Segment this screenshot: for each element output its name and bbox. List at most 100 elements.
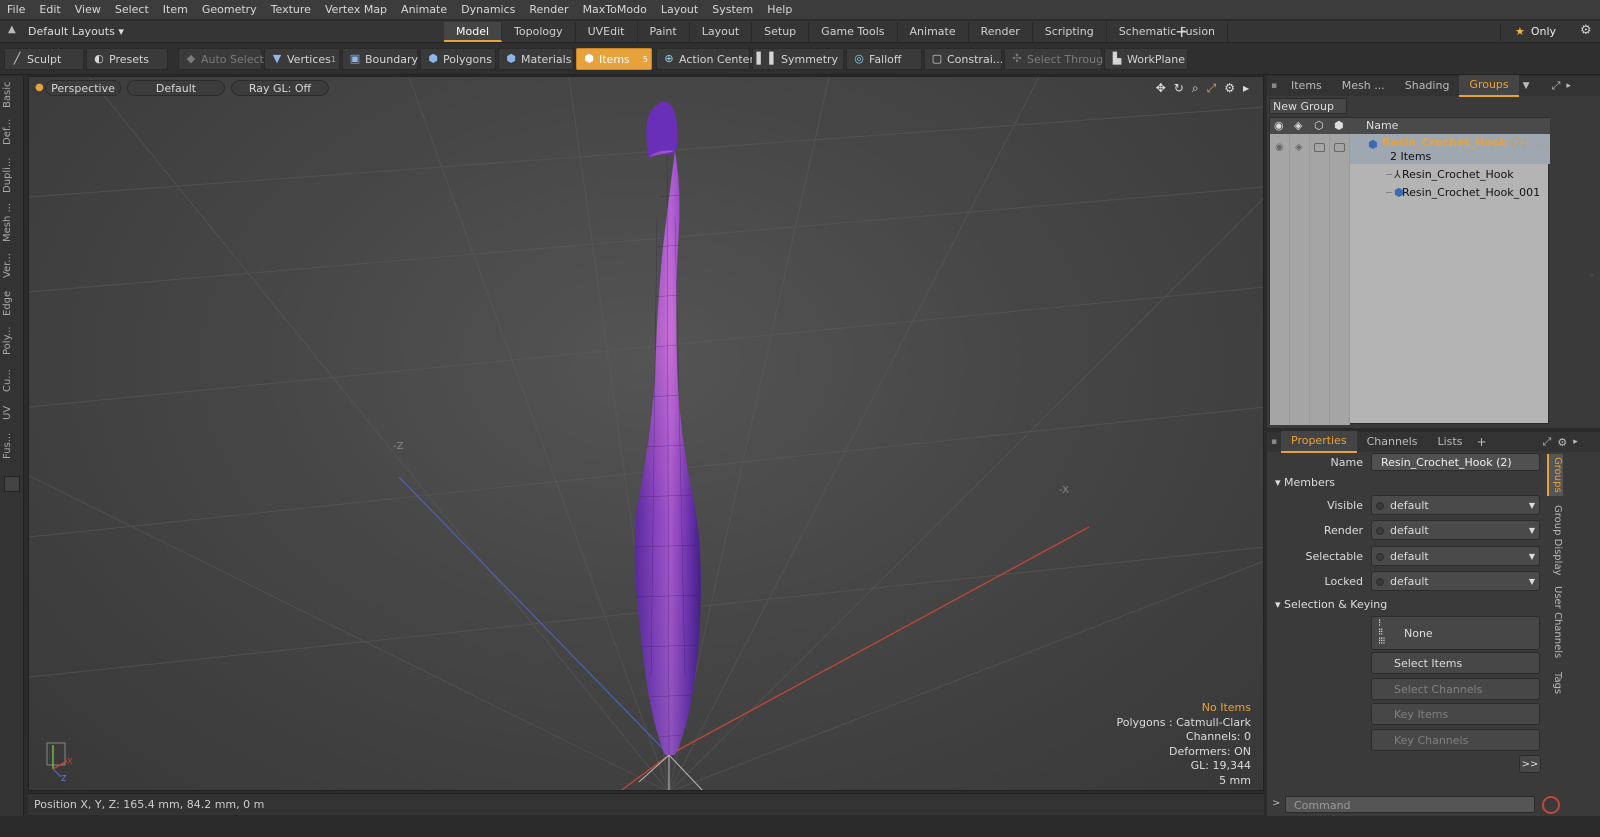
tab-game-tools[interactable]: Game Tools bbox=[809, 22, 898, 42]
expand-icon[interactable]: ⤢ bbox=[1487, 435, 1552, 449]
render-icon[interactable]: ◈ bbox=[1294, 118, 1302, 134]
render-dropdown[interactable]: default ▼ bbox=[1371, 520, 1540, 540]
tab-groups[interactable]: Groups bbox=[1459, 75, 1519, 97]
lock-icon[interactable]: ⬡ bbox=[1314, 118, 1324, 134]
vertices-button[interactable]: ▼ Vertices 1 bbox=[264, 48, 340, 70]
tabs-dropdown-icon[interactable]: ▼ bbox=[1519, 81, 1530, 91]
boundary-button[interactable]: ▣ Boundary bbox=[342, 48, 418, 70]
group-name-field[interactable]: Resin_Crochet_Hook (2) bbox=[1371, 453, 1540, 471]
view-mode-dropdown[interactable]: Perspective bbox=[45, 80, 121, 96]
side-tab-user-channels[interactable]: User Channels bbox=[1547, 584, 1563, 660]
menu-maxtomodo[interactable]: MaxToModo bbox=[576, 0, 654, 20]
panel-grip-icon[interactable]: ▪ bbox=[1267, 81, 1281, 91]
zoom-icon[interactable]: ⌕ bbox=[1192, 81, 1199, 96]
add-tab-icon[interactable]: + bbox=[1472, 435, 1486, 449]
menu-animate[interactable]: Animate bbox=[394, 0, 454, 20]
left-tab-edge[interactable]: Edge bbox=[2, 288, 20, 318]
menu-texture[interactable]: Texture bbox=[264, 0, 318, 20]
left-tab-mesh[interactable]: Mesh ... bbox=[2, 200, 20, 244]
tab-model[interactable]: Model bbox=[444, 22, 503, 42]
menu-help[interactable]: Help bbox=[760, 0, 799, 20]
expand-icon[interactable]: ⤢ bbox=[1530, 79, 1561, 93]
tab-setup[interactable]: Setup bbox=[752, 22, 810, 42]
tab-items[interactable]: Items bbox=[1281, 76, 1332, 96]
menu-layout[interactable]: Layout bbox=[654, 0, 705, 20]
sculpt-button[interactable]: ╱ Sculpt bbox=[4, 48, 84, 70]
viewport-menu-icon[interactable]: ● bbox=[35, 82, 44, 93]
new-group-button[interactable]: New Group bbox=[1269, 98, 1347, 114]
key-items-button[interactable]: Key Items bbox=[1371, 703, 1540, 725]
menu-item[interactable]: Item bbox=[156, 0, 195, 20]
left-tab-polygon[interactable]: Poly... bbox=[2, 322, 20, 360]
falloff-button[interactable]: ◎ Falloff bbox=[846, 48, 922, 70]
group-child-item[interactable]: Resin_Crochet_Hook_001 bbox=[1402, 186, 1540, 199]
items-button[interactable]: ⬢ Items 5 bbox=[576, 48, 652, 70]
key-channels-button[interactable]: Key Channels bbox=[1371, 729, 1540, 751]
eye-icon[interactable]: ◉ bbox=[1274, 118, 1284, 134]
constrain-button[interactable]: ▢ Constrai... bbox=[924, 48, 1003, 70]
left-tab-curve[interactable]: Cu... bbox=[2, 364, 20, 398]
materials-button[interactable]: ⬢ Materials bbox=[498, 48, 574, 70]
tab-channels[interactable]: Channels bbox=[1357, 432, 1428, 452]
symmetry-button[interactable]: ▌▐ Symmetry bbox=[752, 48, 844, 70]
group-child-item[interactable]: Resin_Crochet_Hook bbox=[1402, 168, 1514, 181]
panel-grip-icon[interactable]: ▪ bbox=[1267, 437, 1281, 447]
pan-icon[interactable]: ✥ bbox=[1156, 81, 1166, 96]
menu-render[interactable]: Render bbox=[522, 0, 575, 20]
left-tab-deform[interactable]: Def... bbox=[2, 114, 20, 150]
menu-edit[interactable]: Edit bbox=[32, 0, 67, 20]
collapse-icon[interactable]: ▲ bbox=[8, 24, 16, 35]
visible-dropdown[interactable]: default ▼ bbox=[1371, 495, 1540, 515]
properties-gear-icon[interactable]: ⚙ bbox=[1551, 436, 1567, 449]
menu-dynamics[interactable]: Dynamics bbox=[454, 0, 522, 20]
side-tab-tags[interactable]: Tags bbox=[1547, 668, 1563, 698]
select-items-button[interactable]: Select Items bbox=[1371, 652, 1540, 674]
left-tab-duplicate[interactable]: Dupli... bbox=[2, 154, 20, 196]
row-eye-icon[interactable]: ◉ bbox=[1275, 142, 1284, 153]
row-lock-toggle[interactable] bbox=[1314, 143, 1325, 152]
tab-animate[interactable]: Animate bbox=[898, 22, 969, 42]
tab-uvedit[interactable]: UVEdit bbox=[576, 22, 638, 42]
menu-view[interactable]: View bbox=[68, 0, 108, 20]
row-select-toggle[interactable] bbox=[1334, 143, 1345, 152]
rotate-icon[interactable]: ↻ bbox=[1174, 81, 1184, 96]
tab-scripting[interactable]: Scripting bbox=[1033, 22, 1107, 42]
left-tab-vertex[interactable]: Ver... bbox=[2, 248, 20, 284]
left-strip-toggle[interactable] bbox=[4, 476, 20, 492]
layout-selector[interactable]: Default Layouts ▾ bbox=[28, 23, 124, 41]
only-toggle[interactable]: ★ Only bbox=[1500, 23, 1576, 41]
select-icon[interactable]: ⬢ bbox=[1334, 118, 1344, 134]
raygl-toggle[interactable]: Ray GL: Off bbox=[231, 80, 329, 96]
none-button[interactable]: ⁝ ⁝⁝ ⁝⁝⁝ None bbox=[1371, 616, 1540, 650]
fit-icon[interactable]: ⤢ bbox=[1207, 81, 1217, 96]
3d-viewport[interactable]: -Z -X ● Perspective Default Ray GL: Off … bbox=[28, 76, 1264, 791]
panel-arrow-icon[interactable]: ▸ bbox=[1567, 437, 1578, 447]
menu-select[interactable]: Select bbox=[108, 0, 156, 20]
more-button[interactable]: >> bbox=[1519, 755, 1541, 773]
tab-paint[interactable]: Paint bbox=[638, 22, 690, 42]
menu-file[interactable]: File bbox=[0, 0, 32, 20]
tab-lists[interactable]: Lists bbox=[1428, 432, 1473, 452]
tab-properties[interactable]: Properties bbox=[1281, 431, 1357, 453]
locked-dropdown[interactable]: default ▼ bbox=[1371, 571, 1540, 591]
scroll-handle[interactable]: ◦ bbox=[1589, 271, 1594, 280]
tab-render[interactable]: Render bbox=[969, 22, 1033, 42]
tab-topology[interactable]: Topology bbox=[502, 22, 576, 42]
select-through-button[interactable]: ✣ Select Through bbox=[1004, 48, 1110, 70]
menu-geometry[interactable]: Geometry bbox=[195, 0, 264, 20]
polygons-button[interactable]: ⬢ Polygons bbox=[420, 48, 496, 70]
tab-mesh[interactable]: Mesh ... bbox=[1332, 76, 1395, 96]
tab-schematic-fusion[interactable]: Schematic Fusion bbox=[1107, 22, 1229, 42]
presets-button[interactable]: ◐ Presets bbox=[86, 48, 168, 70]
left-tab-uv[interactable]: UV bbox=[2, 402, 20, 424]
panel-arrow-icon[interactable]: ▸ bbox=[1560, 81, 1571, 91]
tab-shading[interactable]: Shading bbox=[1395, 76, 1460, 96]
left-tab-basic[interactable]: Basic bbox=[2, 80, 20, 110]
command-input[interactable]: Command bbox=[1285, 796, 1535, 813]
menu-vertex-map[interactable]: Vertex Map bbox=[318, 0, 394, 20]
tab-layout[interactable]: Layout bbox=[690, 22, 753, 42]
group-name[interactable]: Resin_Crochet_Hook (2) : ... bbox=[1382, 136, 1547, 149]
gear-icon[interactable]: ⚙ bbox=[1580, 23, 1592, 38]
workplane-button[interactable]: ▙ WorkPlane bbox=[1104, 48, 1188, 70]
name-column-header[interactable]: Name bbox=[1366, 118, 1398, 134]
